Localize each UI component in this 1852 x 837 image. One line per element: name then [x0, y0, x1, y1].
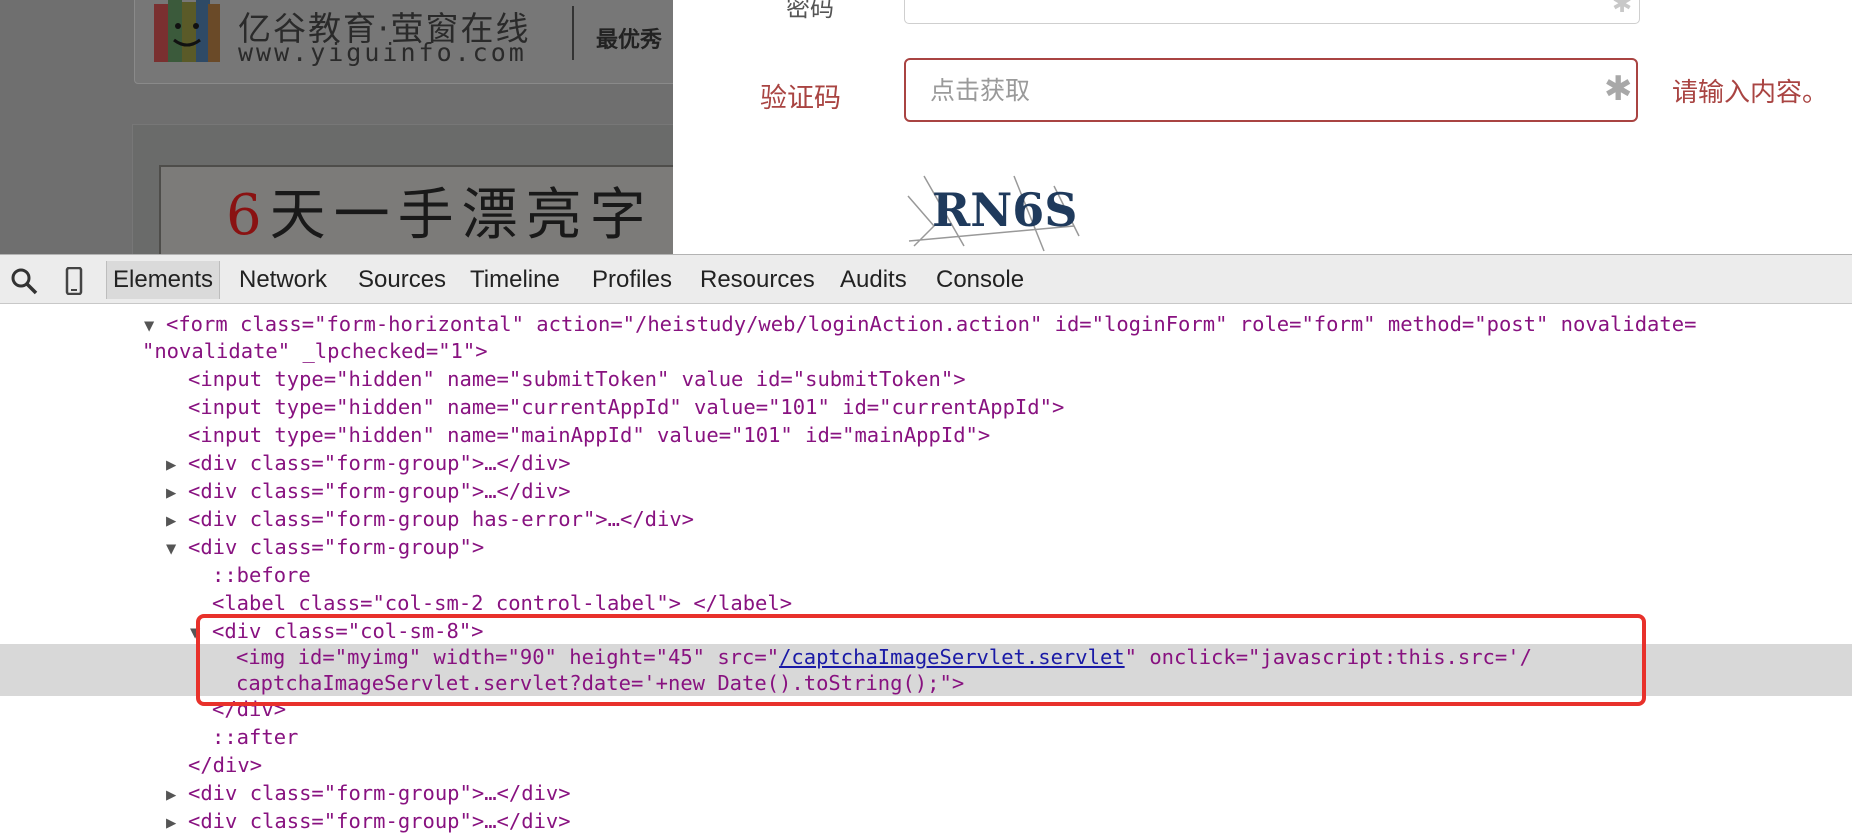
dom-node-form-group[interactable]: ▶ <div class="form-group">…</div> [166, 450, 1852, 477]
dom-node-label[interactable]: <label class="col-sm-2 control-label"> <… [212, 590, 1852, 617]
site-logo-url: www.yiguinfo.com [238, 38, 527, 67]
dom-node-form-group-error[interactable]: ▶ <div class="form-group has-error">…</di… [166, 506, 1852, 533]
captcha-image[interactable]: RN6S [904, 156, 1084, 254]
tab-timeline[interactable]: Timeline [470, 266, 560, 294]
page-viewport: 亿谷教育·萤窗在线 www.yiguinfo.com 最优秀 6天一手漂亮字 密… [0, 0, 1852, 254]
tab-elements[interactable]: Elements [106, 261, 221, 299]
site-slogan: 最优秀 [596, 28, 663, 53]
tab-audits[interactable]: Audits [840, 266, 907, 294]
expand-triangle-icon[interactable]: ▶ [166, 782, 188, 809]
page-background-overlay: 亿谷教育·萤窗在线 www.yiguinfo.com 最优秀 6天一手漂亮字 [0, 0, 723, 254]
device-mode-icon[interactable] [60, 267, 88, 295]
dom-pseudo-before[interactable]: ::before [212, 562, 1852, 589]
tab-console[interactable]: Console [936, 266, 1024, 294]
captcha-label: 验证码 [760, 83, 841, 114]
tab-sources[interactable]: Sources [358, 266, 446, 294]
password-label: 密码 [786, 0, 834, 22]
search-icon[interactable] [10, 267, 38, 295]
dom-node-form-cont: "novalidate" _lpchecked="1"> [142, 339, 488, 363]
book-logo-icon [154, 0, 220, 62]
promo-text: 天一手漂亮字 [269, 183, 654, 248]
captcha-error-message: 请输入内容。 [1672, 78, 1829, 108]
tab-profiles[interactable]: Profiles [592, 266, 672, 294]
tab-network[interactable]: Network [239, 266, 327, 294]
dom-node-input[interactable]: <input type="hidden" name="currentAppId"… [188, 394, 1852, 421]
logo-divider [572, 6, 574, 60]
password-field[interactable] [904, 0, 1640, 24]
expand-triangle-icon[interactable]: ▶ [166, 810, 188, 837]
captcha-input[interactable] [904, 58, 1638, 122]
dom-node-input[interactable]: <input type="hidden" name="mainAppId" va… [188, 422, 1852, 449]
promo-number: 6 [226, 183, 270, 248]
required-asterisk-icon: ✱ [1604, 69, 1633, 109]
expand-triangle-icon[interactable]: ▶ [166, 480, 188, 507]
dom-node-form-group-open[interactable]: ▼ <div class="form-group"> [166, 534, 1852, 561]
annotation-highlight-box [196, 614, 1646, 706]
devtools-panel: Elements Network Sources Timeline Profil… [0, 254, 1852, 836]
dom-node-form-group[interactable]: ▶ <div class="form-group">…</div> [166, 808, 1852, 835]
dom-node-form-group[interactable]: ▶ <div class="form-group">…</div> [166, 780, 1852, 807]
dom-node-form[interactable]: ▼ <form class="form-horizontal" action="/… [144, 311, 1852, 338]
dom-node-input[interactable]: <input type="hidden" name="submitToken" … [188, 366, 1852, 393]
dom-tree: ▼ <form class="form-horizontal" action="/… [0, 304, 1852, 836]
expand-triangle-icon[interactable]: ▶ [166, 452, 188, 479]
collapse-triangle-icon[interactable]: ▼ [166, 536, 188, 563]
dom-pseudo-after[interactable]: ::after [212, 724, 1852, 751]
expand-triangle-icon[interactable]: ▶ [166, 508, 188, 535]
tab-resources[interactable]: Resources [700, 266, 815, 294]
collapse-triangle-icon[interactable]: ▼ [144, 313, 166, 340]
login-modal [673, 0, 1852, 254]
promo-headline: 6天一手漂亮字 [226, 170, 654, 251]
dom-node-div-close[interactable]: </div> [188, 752, 1852, 779]
dom-node-form-group[interactable]: ▶ <div class="form-group">…</div> [166, 478, 1852, 505]
captcha-text: RN6S [932, 183, 1078, 237]
required-asterisk-icon: ✱ [1612, 0, 1633, 18]
devtools-toolbar: Elements Network Sources Timeline Profil… [0, 254, 1852, 304]
